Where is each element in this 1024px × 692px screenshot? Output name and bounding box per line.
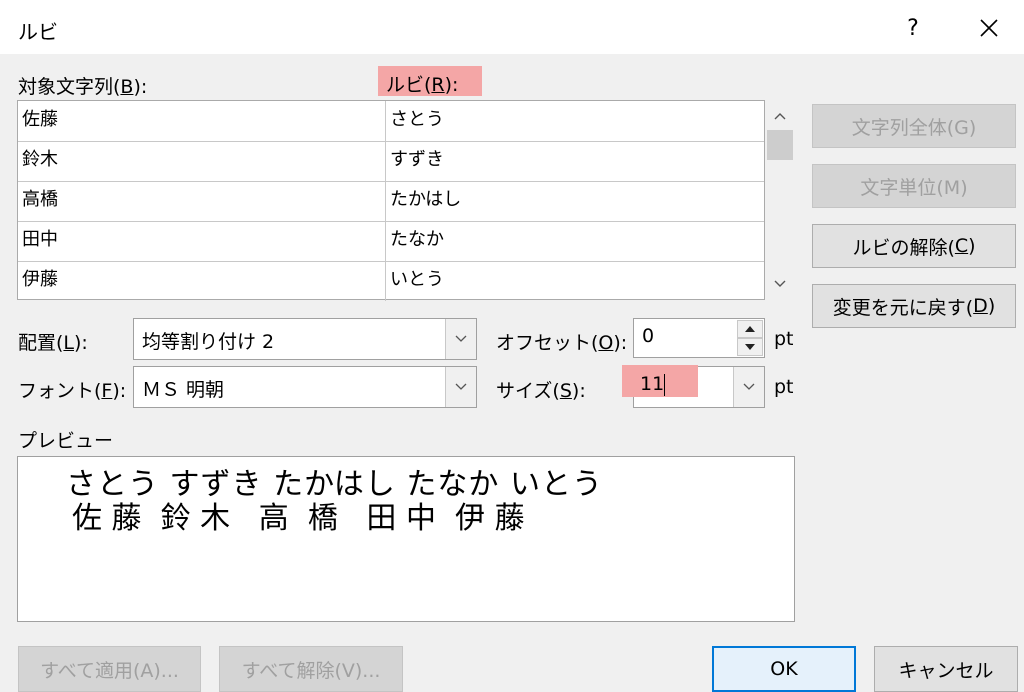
- table-row: 佐藤 さとう: [18, 101, 764, 142]
- remove-ruby-button[interactable]: ルビの解除(C): [812, 224, 1016, 268]
- base-text-cell[interactable]: 伊藤: [18, 261, 386, 301]
- ruby-text-cell[interactable]: いとう: [386, 261, 764, 301]
- char-unit-button[interactable]: 文字単位(M): [812, 164, 1016, 208]
- font-select[interactable]: ＭＳ 明朝: [133, 366, 477, 408]
- grid-scrollbar[interactable]: [765, 100, 795, 300]
- alignment-select[interactable]: 均等割り付け 2: [133, 318, 477, 360]
- close-icon: [980, 19, 998, 37]
- table-row: 伊藤 いとう: [18, 261, 764, 301]
- text-cursor: [664, 374, 665, 396]
- ok-button[interactable]: OK: [712, 646, 856, 692]
- ruby-label: ルビ(R):: [378, 66, 482, 96]
- cancel-button[interactable]: キャンセル: [874, 646, 1018, 692]
- increment-icon[interactable]: [737, 320, 763, 338]
- alignment-label: 配置(L):: [18, 332, 88, 354]
- chevron-down-icon[interactable]: [445, 319, 476, 359]
- chevron-down-icon[interactable]: [733, 367, 764, 407]
- help-button[interactable]: ?: [893, 10, 933, 46]
- offset-stepper[interactable]: 0: [633, 318, 765, 358]
- scroll-down-icon[interactable]: [774, 280, 786, 288]
- table-row: 田中 たなか: [18, 221, 764, 262]
- preview-box: さとう すずき たかはし たなか いとう 佐 藤 鈴 木 高 橋 田 中 伊 藤: [17, 456, 795, 622]
- size-unit: pt: [774, 376, 794, 398]
- base-text-cell[interactable]: 佐藤: [18, 101, 386, 141]
- preview-base-line: 佐 藤 鈴 木 高 橋 田 中 伊 藤: [72, 501, 525, 536]
- ruby-text-cell[interactable]: たなか: [386, 221, 764, 261]
- apply-all-button[interactable]: すべて適用(A)...: [18, 646, 201, 692]
- ruby-text-cell[interactable]: すずき: [386, 141, 764, 181]
- undo-changes-button[interactable]: 変更を元に戻す(D): [812, 284, 1016, 328]
- table-row: 鈴木 すずき: [18, 141, 764, 182]
- font-label: フォント(F):: [18, 380, 127, 402]
- decrement-icon[interactable]: [737, 338, 763, 356]
- base-text-cell[interactable]: 高橋: [18, 181, 386, 221]
- offset-label: オフセット(O):: [496, 332, 628, 354]
- scroll-thumb[interactable]: [767, 130, 793, 160]
- ruby-text-cell[interactable]: たかはし: [386, 181, 764, 221]
- scroll-up-icon[interactable]: [774, 112, 786, 120]
- close-button[interactable]: [966, 10, 1012, 46]
- whole-string-button[interactable]: 文字列全体(G): [812, 104, 1016, 148]
- target-text-label: 対象文字列(B):: [18, 76, 148, 98]
- preview-label: プレビュー: [18, 430, 114, 452]
- base-text-cell[interactable]: 鈴木: [18, 141, 386, 181]
- size-label: サイズ(S):: [496, 380, 586, 402]
- clear-all-button[interactable]: すべて解除(V)...: [219, 646, 403, 692]
- table-row: 高橋 たかはし: [18, 181, 764, 222]
- title-bar: [0, 0, 1024, 54]
- ruby-grid: 佐藤 さとう 鈴木 すずき 高橋 たかはし 田中 たなか 伊藤 いとう: [17, 100, 765, 301]
- base-text-cell[interactable]: 田中: [18, 221, 386, 261]
- chevron-down-icon[interactable]: [445, 367, 476, 407]
- size-select[interactable]: 11: [622, 365, 765, 408]
- ruby-text-cell[interactable]: さとう: [386, 101, 764, 141]
- dialog-title: ルビ: [18, 20, 58, 44]
- offset-unit: pt: [774, 328, 794, 350]
